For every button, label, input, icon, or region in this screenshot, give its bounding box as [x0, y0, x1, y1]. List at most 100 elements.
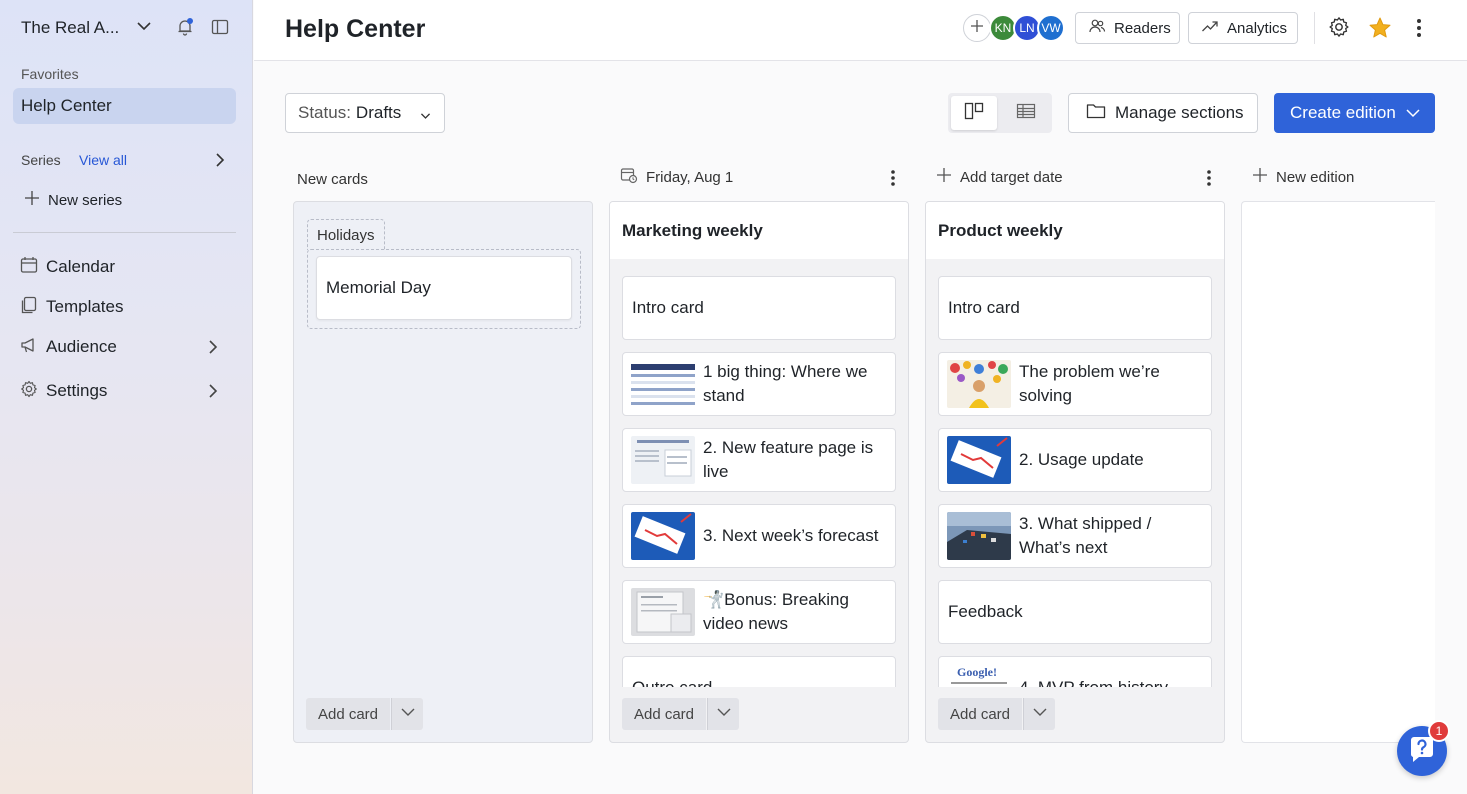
card-title: Feedback	[948, 602, 1023, 621]
cards-list: Intro card 1 big thing: Where we stand 2…	[610, 259, 908, 687]
favorites-label: Favorites	[21, 66, 79, 82]
chevron-down-icon	[716, 704, 732, 725]
gear-icon[interactable]	[1328, 16, 1350, 43]
page-title: Help Center	[285, 15, 426, 43]
avatar[interactable]: VW	[1037, 14, 1065, 42]
folder-icon	[1086, 101, 1106, 126]
card-title: 2. New feature page is live	[703, 438, 874, 481]
trend-up-icon	[1201, 17, 1219, 39]
card-title: 3. What shipped / What’s next	[1019, 514, 1152, 557]
card-title: 4. MVP from history	[1019, 676, 1174, 687]
templates-icon	[20, 296, 38, 319]
group-label[interactable]: Holidays	[307, 219, 385, 250]
card-title: Intro card	[632, 298, 704, 317]
bell-icon[interactable]	[175, 17, 195, 42]
add-card-button[interactable]: Add card	[306, 698, 390, 730]
megaphone-icon	[20, 336, 38, 359]
more-vertical-icon[interactable]	[1411, 16, 1427, 45]
manage-sections-button[interactable]: Manage sections	[1068, 93, 1258, 133]
card-thumbnail: Google!	[947, 664, 1011, 687]
sidebar-item-settings[interactable]: Settings	[20, 378, 225, 404]
new-edition-button[interactable]: New edition	[1252, 166, 1354, 188]
plus-icon	[1252, 167, 1268, 187]
new-edition-column	[1241, 201, 1435, 743]
sidebar-item-label: Audience	[46, 337, 117, 356]
card[interactable]: Memorial Day	[316, 256, 572, 320]
chevron-down-icon[interactable]	[136, 18, 152, 39]
card[interactable]: Intro card	[622, 276, 896, 340]
manage-sections-label: Manage sections	[1115, 103, 1244, 122]
new-cards-column: Holidays Memorial Day Add card	[293, 201, 593, 743]
card[interactable]: 🤺Bonus: Breaking video news	[622, 580, 896, 644]
add-card-dropdown[interactable]	[391, 698, 423, 730]
card-title: 3. Next week’s forecast	[703, 526, 879, 545]
edition-column-marketing: Marketing weekly Intro card 1 big thing:…	[609, 201, 909, 743]
sidebar: The Real A... Favorites Help Center Seri…	[0, 0, 253, 794]
card[interactable]: 1 big thing: Where we stand	[622, 352, 896, 416]
header-divider	[1314, 12, 1315, 44]
board-view-button[interactable]	[951, 96, 997, 130]
sidebar-item-templates[interactable]: Templates	[20, 294, 225, 320]
plus-icon	[936, 167, 952, 187]
card[interactable]: Outro card	[622, 656, 896, 687]
chevron-down-icon	[400, 704, 416, 725]
card[interactable]: 3. What shipped / What’s next	[938, 504, 1212, 568]
status-value: Drafts	[355, 103, 402, 122]
new-cards-header: New cards	[297, 170, 368, 188]
card-title: 1 big thing: Where we stand	[703, 362, 868, 405]
sidebar-item-label: Settings	[46, 381, 108, 400]
board-icon	[964, 101, 984, 126]
create-edition-button[interactable]: Create edition	[1274, 93, 1435, 133]
card[interactable]: Feedback	[938, 580, 1212, 644]
add-card-button[interactable]: Add card	[938, 698, 1022, 730]
new-series-label: New series	[48, 191, 123, 209]
edition-title[interactable]: Product weekly	[926, 202, 1224, 259]
card-thumbnail	[947, 436, 1011, 484]
more-vertical-icon[interactable]	[885, 168, 901, 193]
readers-button[interactable]: Readers	[1075, 12, 1180, 44]
more-vertical-icon[interactable]	[1201, 168, 1217, 193]
card-thumbnail	[631, 436, 695, 484]
readers-label: Readers	[1114, 19, 1171, 37]
analytics-button[interactable]: Analytics	[1188, 12, 1298, 44]
chevron-right-icon	[205, 383, 221, 404]
card[interactable]: Google! 4. MVP from history	[938, 656, 1212, 687]
edition-date[interactable]: Friday, Aug 1	[620, 166, 733, 188]
view-all-link[interactable]: View all	[79, 152, 127, 168]
add-card-dropdown[interactable]	[1023, 698, 1055, 730]
card[interactable]: Intro card	[938, 276, 1212, 340]
add-card-dropdown[interactable]	[707, 698, 739, 730]
add-collaborator-button[interactable]	[963, 14, 991, 42]
card[interactable]: The problem we’re solving	[938, 352, 1212, 416]
sidebar-item-calendar[interactable]: Calendar	[20, 254, 225, 280]
add-card-control: Add card	[622, 698, 739, 730]
add-target-date-button[interactable]: Add target date	[936, 166, 1063, 188]
status-filter-dropdown[interactable]: Status: Drafts	[285, 93, 445, 133]
star-icon[interactable]	[1368, 16, 1392, 45]
add-target-date-label: Add target date	[960, 168, 1063, 186]
edition-title[interactable]: Marketing weekly	[610, 202, 908, 259]
table-view-button[interactable]	[1003, 96, 1049, 130]
card-title: Outro card	[632, 676, 718, 687]
status-label: Status:	[298, 103, 351, 122]
chevron-down-icon[interactable]	[1405, 105, 1421, 126]
sidebar-item-audience[interactable]: Audience	[20, 334, 225, 360]
add-card-control: Add card	[306, 698, 423, 730]
notification-badge: 1	[1428, 720, 1450, 742]
card[interactable]: 3. Next week’s forecast	[622, 504, 896, 568]
chevron-down-icon	[419, 107, 432, 127]
chevron-right-icon[interactable]	[212, 152, 228, 173]
thumbnail-logo-text: Google!	[957, 665, 997, 679]
card-thumbnail	[947, 512, 1011, 560]
new-series-button[interactable]: New series	[24, 190, 122, 210]
sidebar-item-help-center[interactable]: Help Center	[13, 88, 236, 124]
workspace-switcher[interactable]: The Real A...	[21, 16, 236, 40]
card[interactable]: 2. New feature page is live	[622, 428, 896, 492]
add-card-button[interactable]: Add card	[622, 698, 706, 730]
card[interactable]: 2. Usage update	[938, 428, 1212, 492]
sidebar-toggle-icon[interactable]	[211, 18, 229, 41]
new-edition-label: New edition	[1276, 168, 1355, 186]
edition-date-label: Friday, Aug 1	[646, 168, 734, 186]
sidebar-divider	[13, 232, 236, 233]
page-header: Help Center KN LN VW Readers Analytics	[254, 0, 1467, 61]
